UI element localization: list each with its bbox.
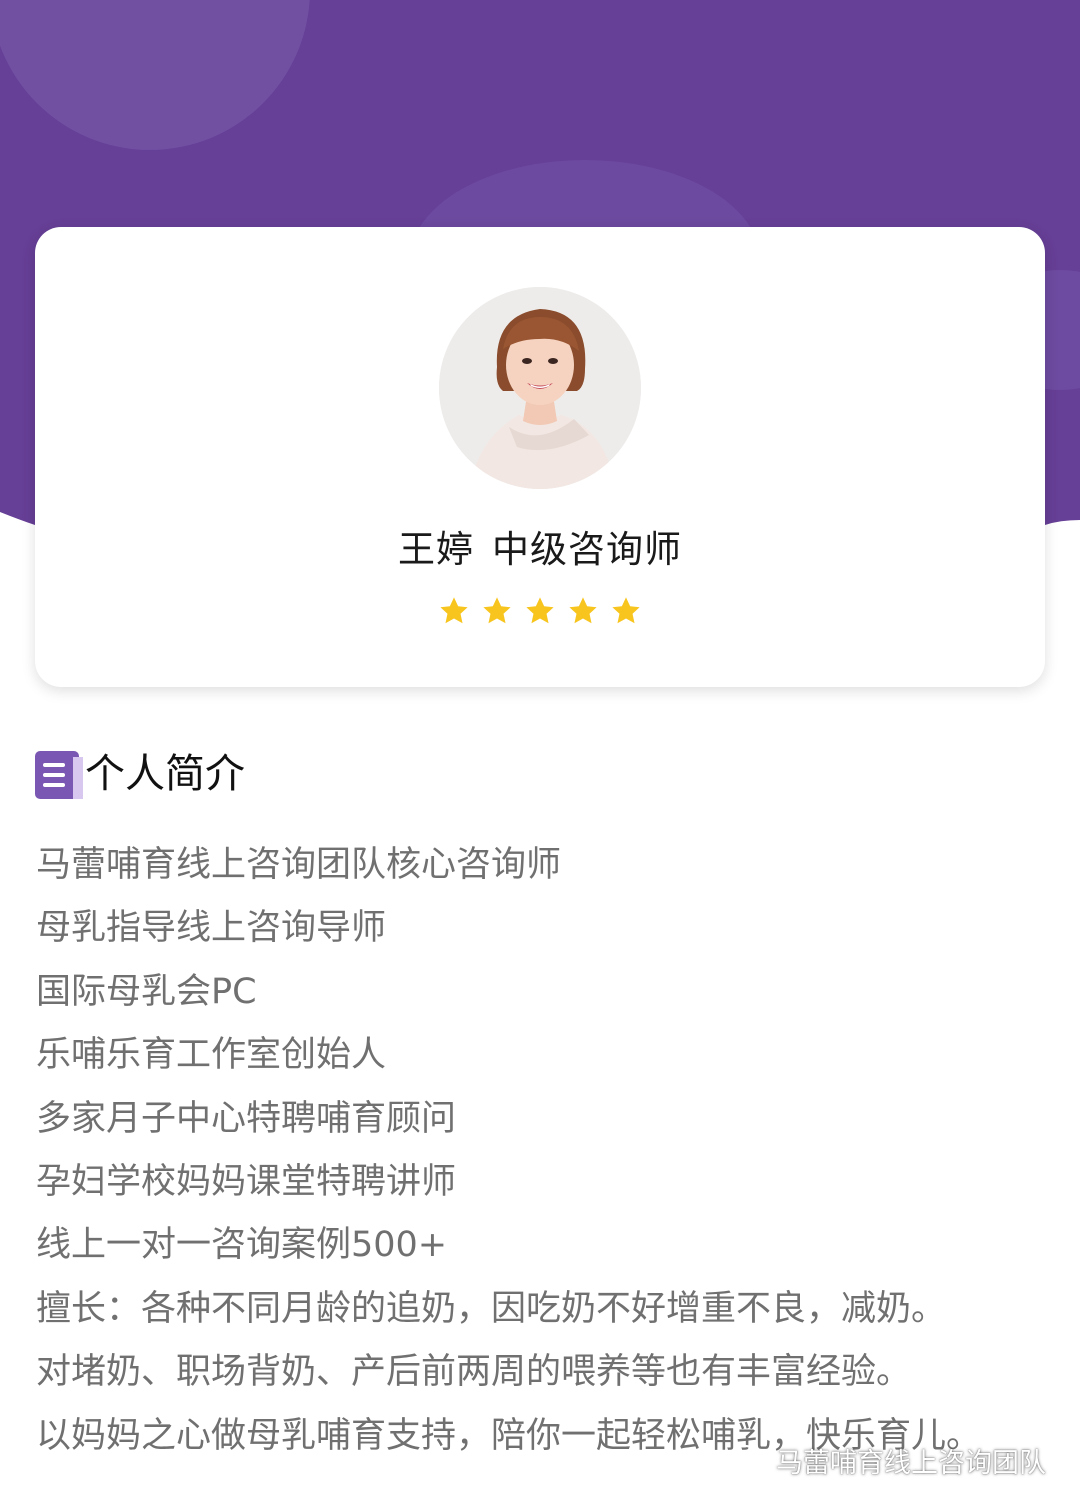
star-icon [483,597,511,624]
bio-line: 马蕾哺育线上咨询团队核心咨询师 [36,845,562,885]
consultant-title: 中级咨询师 [492,528,682,571]
bio-line: 对堵奶、职场背奶、产后前两周的喂养等也有丰富经验。 [36,1352,912,1393]
consultant-name-title: 王婷 中级咨询师 [35,519,1045,573]
wechat-icon [730,1444,769,1475]
bio-line: 母乳指导线上咨询导师 [36,908,387,949]
profile-card: 王婷 中级咨询师 [35,227,1045,687]
star-icon [612,597,640,624]
bio-line: 多家月子中心特聘哺育顾问 [36,1098,457,1139]
avatar[interactable] [439,287,641,489]
watermark-text: 马蕾哺育线上咨询团队 [776,1447,1046,1479]
bio-line: 国际母乳会PC [36,971,257,1012]
portrait-photo [439,287,641,489]
consultant-name: 王婷 [398,528,474,571]
star-rating [35,595,1045,627]
document-list-icon [35,751,83,799]
bio-list: 马蕾哺育线上咨询团队核心咨询师 母乳指导线上咨询导师 国际母乳会PC 乐哺乐育工… [36,834,1046,1468]
star-icon [569,597,597,624]
star-icon [440,597,468,624]
bio-line: 擅长：各种不同月龄的追奶，因吃奶不好增重不良，减奶。 [36,1288,947,1329]
watermark: 马蕾哺育线上咨询团队 [730,1440,1046,1480]
bio-line: 乐哺乐育工作室创始人 [36,1035,387,1076]
bio-line: 线上一对一咨询案例500+ [36,1225,448,1266]
star-icon [526,597,554,624]
bio-line: 孕妇学校妈妈课堂特聘讲师 [36,1161,457,1202]
section-title: 个人简介 [85,751,245,797]
